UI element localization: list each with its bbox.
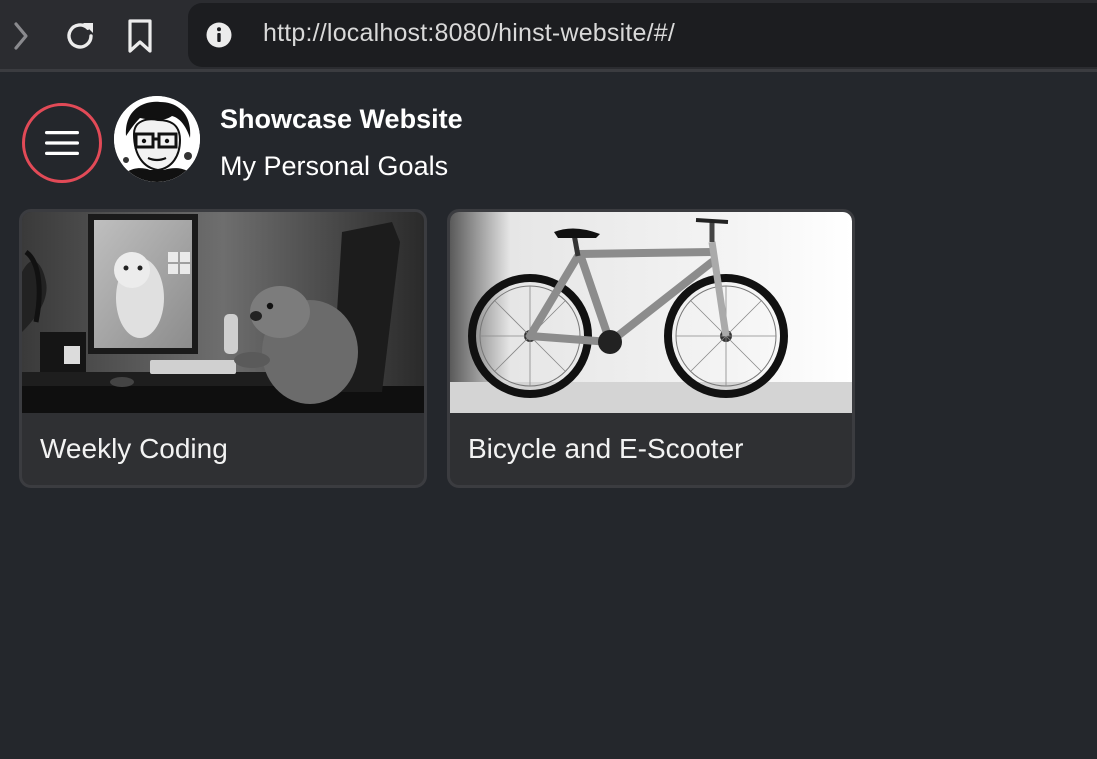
card-title: Weekly Coding [40,433,228,464]
card-bicycle-and-e-scooter[interactable]: Bicycle and E-Scooter [447,209,855,488]
browser-toolbar: http://localhost:8080/hinst-website/#/ [0,0,1097,72]
chevron-right-icon [14,22,28,50]
url-text[interactable]: http://localhost:8080/hinst-website/#/ [263,19,675,48]
card-weekly-coding[interactable]: Weekly Coding [19,209,427,488]
bookmark-button[interactable] [120,14,160,58]
info-icon[interactable] [206,22,232,48]
card-image-bicycle [450,212,852,413]
forward-button[interactable] [0,14,40,58]
site-title: Showcase Website [220,104,463,134]
bookmark-icon [128,19,152,53]
reload-button[interactable] [60,14,100,58]
card-title: Bicycle and E-Scooter [468,433,744,464]
avatar [114,96,200,182]
reload-icon [67,23,93,49]
menu-button[interactable] [22,103,102,183]
card-image-weekly-coding [22,212,424,413]
page-subtitle: My Personal Goals [220,151,449,181]
hamburger-menu-icon [45,131,79,155]
